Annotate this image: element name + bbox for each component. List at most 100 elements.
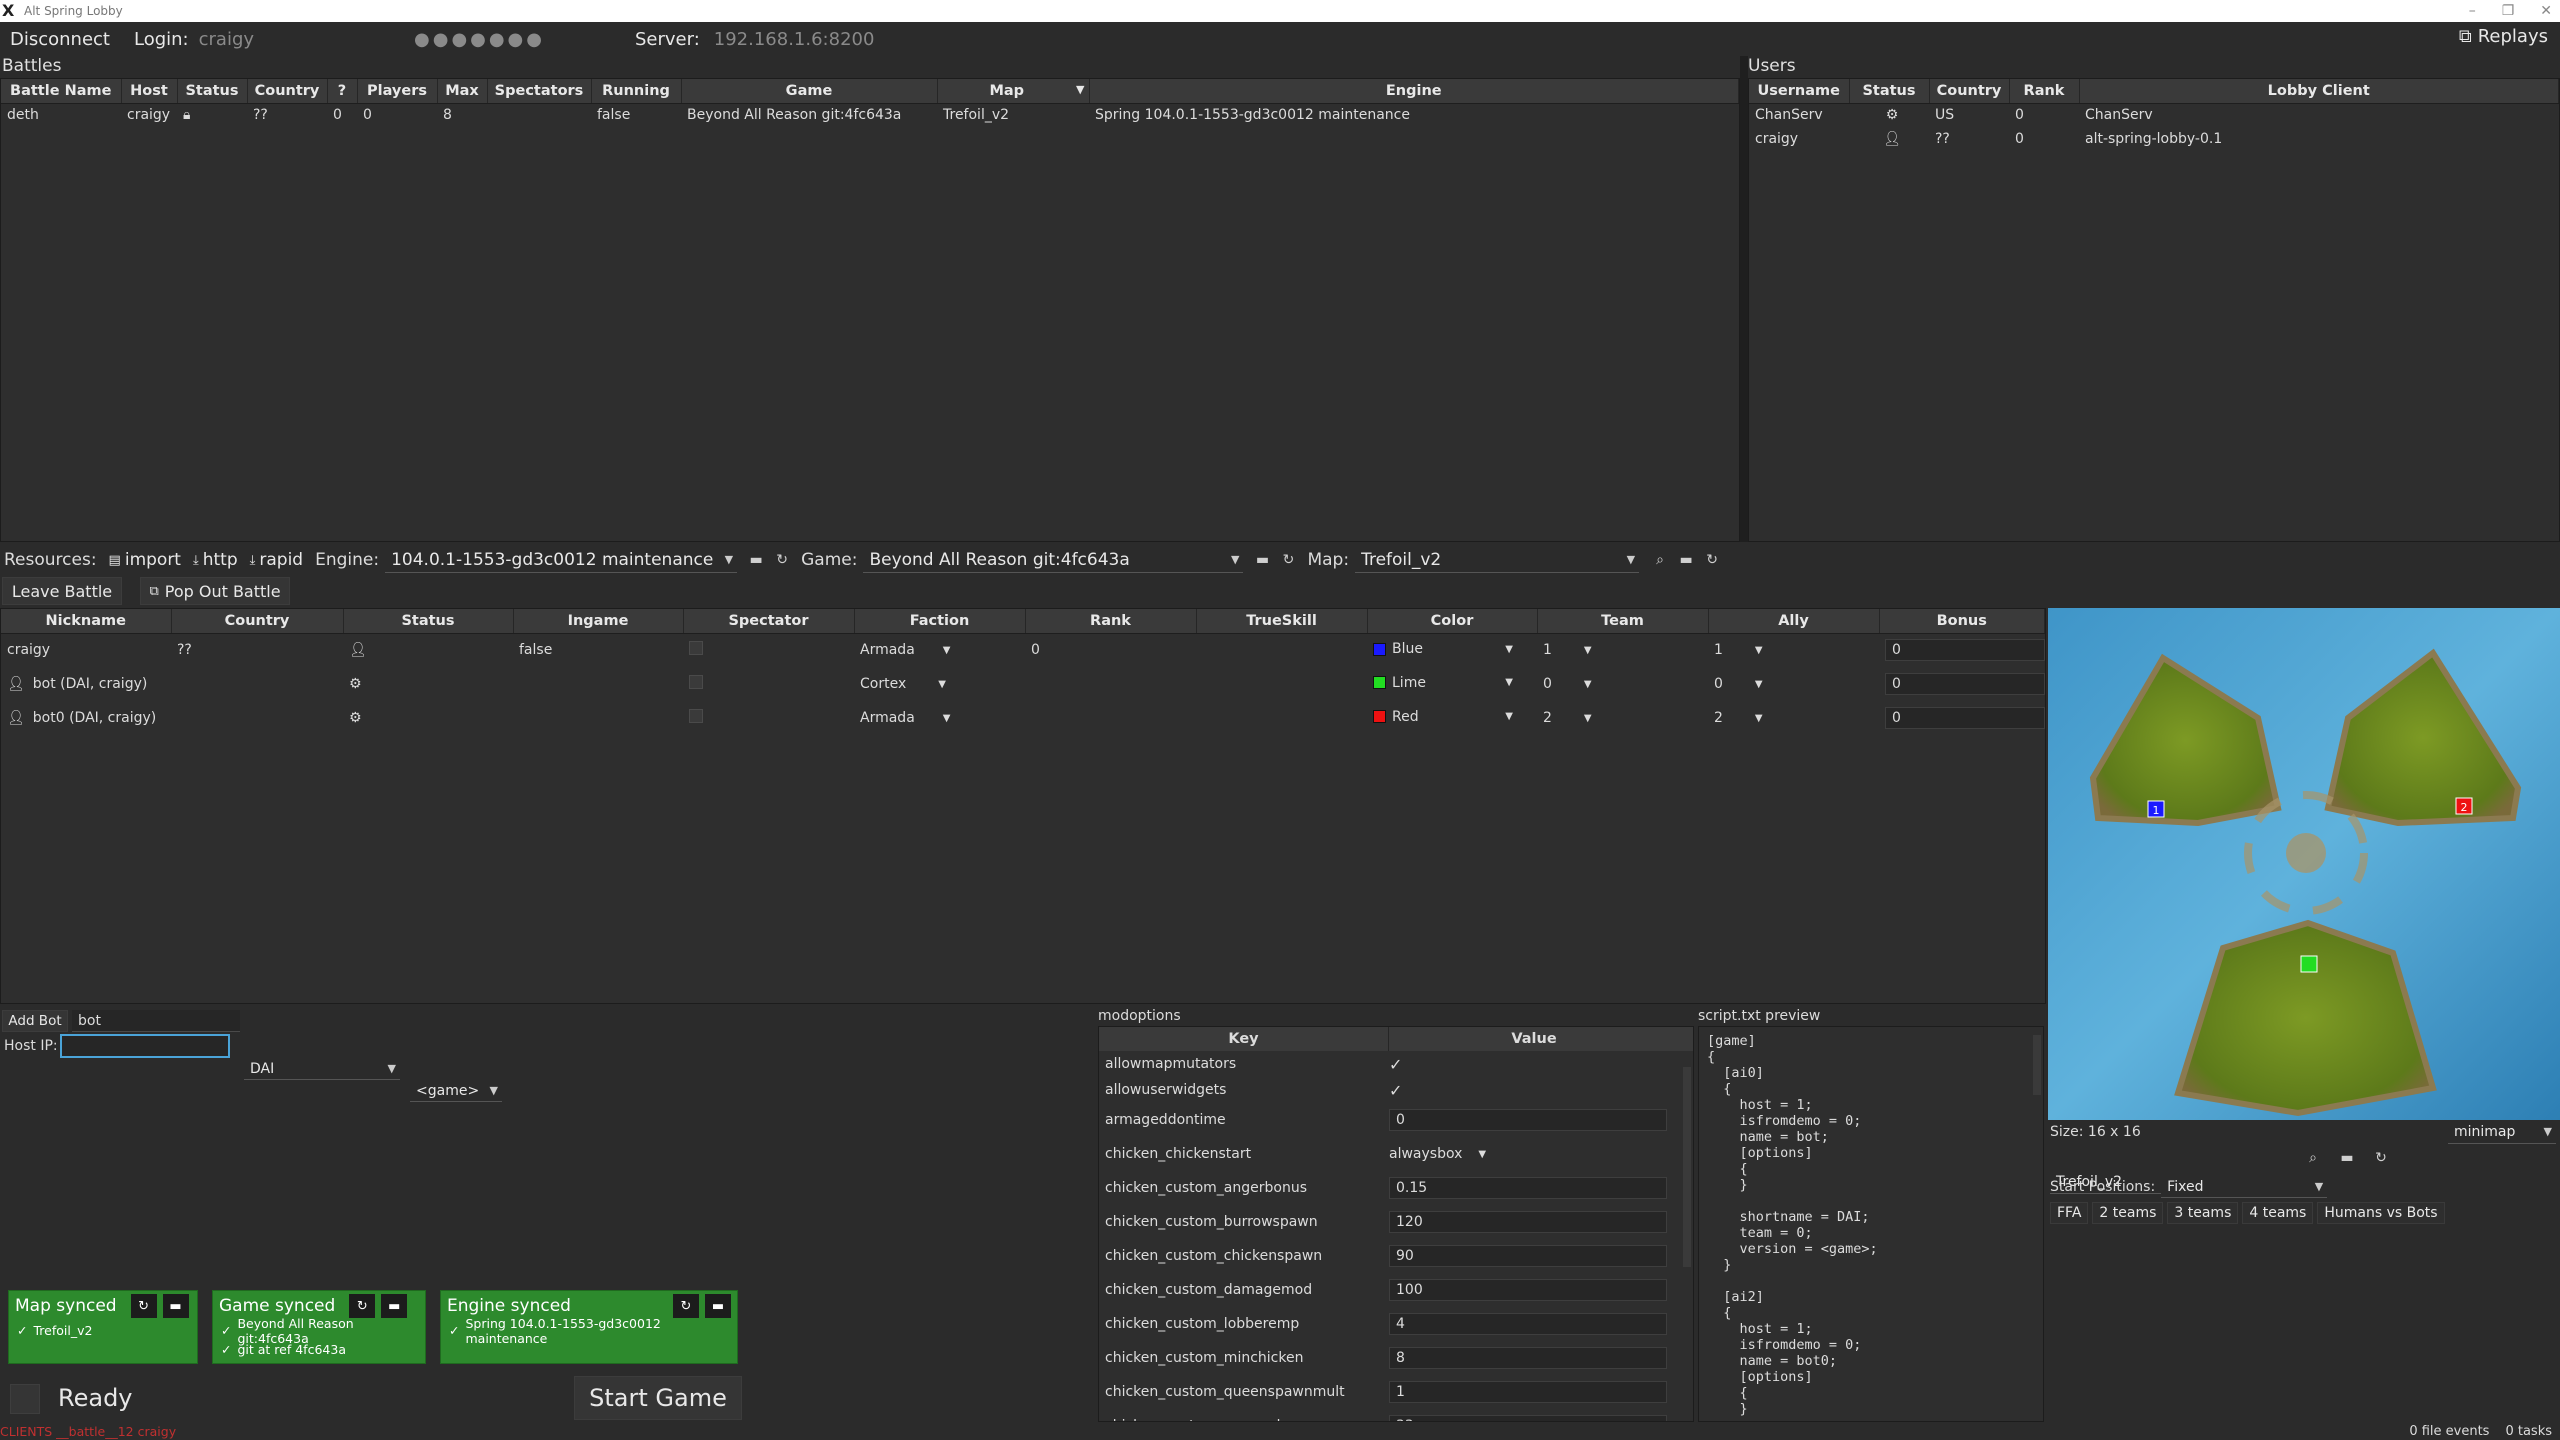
folder-icon[interactable]: ▬ [381, 1294, 408, 1318]
split-handle[interactable] [1740, 56, 1748, 542]
modoption-row[interactable]: chicken_custom_minchicken 8 [1099, 1341, 1693, 1375]
spectator-checkbox[interactable] [689, 709, 703, 723]
refresh-icon[interactable]: ↻ [1275, 547, 1301, 573]
modoption-row[interactable]: armageddontime 0 [1099, 1103, 1693, 1137]
modoption-row[interactable]: allowuserwidgets ✓ [1099, 1077, 1693, 1103]
player-ally-cell[interactable]: 0 ▼ [1708, 667, 1879, 701]
spectator-checkbox[interactable] [689, 675, 703, 689]
start-game-button[interactable]: Start Game [574, 1376, 742, 1420]
pop-out-battle-button[interactable]: ⧉ Pop Out Battle [140, 577, 290, 605]
minimap-image[interactable]: 1 2 [2048, 608, 2560, 1120]
host-ip-input[interactable] [60, 1034, 230, 1058]
col-rank[interactable]: Rank [2009, 79, 2080, 104]
player-bonus-cell[interactable]: 0 [1879, 667, 2045, 701]
player-ally-cell[interactable]: 2 ▼ [1708, 701, 1879, 735]
col-running[interactable]: Running [591, 79, 682, 104]
leave-battle-button[interactable]: Leave Battle [2, 577, 122, 605]
table-row[interactable]: ChanServ ⚙ US 0 ChanServ [1749, 103, 2559, 127]
modoption-row[interactable]: chicken_custom_damagemod 100 [1099, 1273, 1693, 1307]
modoption-value-field[interactable]: 100 [1389, 1279, 1667, 1301]
game-select[interactable]: Beyond All Reason git:4fc643a ▼ [863, 547, 1244, 573]
col-key[interactable]: Key [1099, 1027, 1389, 1051]
modoption-row[interactable]: chicken_custom_burrowspawn 120 [1099, 1205, 1693, 1239]
table-row[interactable]: 👤︎ bot0 (DAI, craigy) ⚙ Armada ▼ Red ▼ 2 ▼ 2… [1, 701, 2045, 735]
modoption-value-field[interactable]: 4 [1389, 1313, 1667, 1335]
check-icon[interactable]: ✓ [1389, 1055, 1402, 1074]
folder-icon[interactable]: ▬ [705, 1294, 731, 1318]
col-ally[interactable]: Ally [1708, 609, 1880, 634]
table-row[interactable]: craigy 👤︎ ?? 0 alt-spring-lobby-0.1 [1749, 127, 2559, 151]
col-max[interactable]: Max [437, 79, 488, 104]
add-bot-button[interactable]: Add Bot [2, 1010, 68, 1032]
player-team-cell[interactable]: 0 ▼ [1537, 667, 1708, 701]
col-player-rank[interactable]: Rank [1025, 609, 1197, 634]
modoption-row[interactable]: chicken_chickenstart alwaysbox ▼ [1099, 1137, 1693, 1171]
search-icon[interactable]: ⌕ [1647, 547, 1673, 573]
map-select[interactable]: Trefoil_v2 ▼ [1355, 547, 1640, 573]
bot-ai-select[interactable]: DAI ▼ [244, 1058, 400, 1080]
close-icon[interactable]: ✕ [2540, 3, 2552, 19]
player-color-cell[interactable]: Red ▼ [1367, 701, 1537, 735]
bonus-field[interactable]: 0 [1885, 673, 2045, 695]
script-preview-pane[interactable]: [game] { [ai0] { host = 1; isfromdemo = … [1698, 1026, 2044, 1422]
folder-icon[interactable]: ▬ [2334, 1146, 2360, 1170]
player-ally-cell[interactable]: 1 ▼ [1708, 633, 1879, 667]
col-nickname[interactable]: Nickname [1, 609, 172, 634]
folder-icon[interactable]: ▬ [1249, 547, 1275, 573]
folder-icon[interactable]: ▬ [743, 547, 769, 573]
col-spectators[interactable]: Spectators [487, 79, 592, 104]
col-country[interactable]: Country [247, 79, 328, 104]
col-ingame[interactable]: Ingame [513, 609, 684, 634]
player-team-cell[interactable]: 1 ▼ [1537, 633, 1708, 667]
col-lobby-client[interactable]: Lobby Client [2079, 79, 2559, 104]
col-team[interactable]: Team [1537, 609, 1709, 634]
col-spectator[interactable]: Spectator [683, 609, 855, 634]
modoption-value-select[interactable]: alwaysbox ▼ [1389, 1146, 1486, 1162]
player-bonus-cell[interactable]: 0 [1879, 633, 2045, 667]
tab-2-teams[interactable]: 2 teams [2092, 1202, 2164, 1224]
tab-ffa[interactable]: FFA [2050, 1202, 2089, 1224]
player-color-cell[interactable]: Blue ▼ [1367, 633, 1537, 667]
player-faction-cell[interactable]: Armada ▼ [854, 701, 1025, 735]
player-bonus-cell[interactable]: 0 [1879, 701, 2045, 735]
bonus-field[interactable]: 0 [1885, 639, 2045, 662]
col-status[interactable]: Status [177, 79, 248, 104]
restore-icon[interactable]: ❐ [2502, 3, 2515, 19]
col-user-status[interactable]: Status [1849, 79, 1930, 104]
col-username[interactable]: Username [1749, 79, 1850, 104]
col-engine[interactable]: Engine [1089, 79, 1739, 104]
player-color-cell[interactable]: Lime ▼ [1367, 667, 1537, 701]
import-button[interactable]: ▤ import [109, 550, 181, 570]
modoption-value-field[interactable]: 90 [1389, 1245, 1667, 1267]
col-color[interactable]: Color [1367, 609, 1538, 634]
tab-4-teams[interactable]: 4 teams [2242, 1202, 2314, 1224]
spectator-checkbox[interactable] [689, 641, 703, 656]
modoption-row[interactable]: chicken_custom_chickenspawn 90 [1099, 1239, 1693, 1273]
start-marker-3[interactable] [2300, 955, 2318, 973]
col-host[interactable]: Host [121, 79, 178, 104]
modoption-row[interactable]: chicken_custom_queenspawnmult 1 [1099, 1375, 1693, 1409]
col-player-country[interactable]: Country [171, 609, 344, 634]
bot-name-input[interactable]: bot [72, 1010, 240, 1032]
modoption-value-field[interactable]: 1 [1389, 1381, 1667, 1403]
modoption-value-field[interactable]: 0.15 [1389, 1177, 1667, 1199]
col-user-country[interactable]: Country [1929, 79, 2010, 104]
modoption-row[interactable]: allowmapmutators ✓ [1099, 1051, 1693, 1077]
col-question[interactable]: ? [327, 79, 358, 104]
refresh-icon[interactable]: ↻ [673, 1294, 699, 1318]
col-battle-name[interactable]: Battle Name [1, 79, 122, 104]
folder-icon[interactable]: ▬ [162, 1294, 189, 1318]
modoption-value-field[interactable]: 8 [1389, 1347, 1667, 1369]
refresh-icon[interactable]: ↻ [2368, 1146, 2394, 1170]
refresh-icon[interactable]: ↻ [130, 1294, 157, 1318]
modoption-row[interactable]: chicken_custom_lobberemp 4 [1099, 1307, 1693, 1341]
file-events-count[interactable]: 0 file events [2409, 1424, 2489, 1439]
rapid-button[interactable]: ⤓ rapid [250, 550, 303, 570]
tasks-count[interactable]: 0 tasks [2505, 1424, 2552, 1439]
password-field[interactable]: ●●●●●●● [414, 29, 545, 50]
folder-icon[interactable]: ▬ [1673, 547, 1699, 573]
col-game[interactable]: Game [681, 79, 938, 104]
table-row[interactable]: 👤︎ bot (DAI, craigy) ⚙ Cortex ▼ Lime ▼ 0 ▼ 0… [1, 667, 2045, 701]
modoption-row[interactable]: chicken_custom_spawnchance33 [1099, 1409, 1693, 1421]
start-positions-select[interactable]: Fixed ▼ [2161, 1176, 2328, 1198]
